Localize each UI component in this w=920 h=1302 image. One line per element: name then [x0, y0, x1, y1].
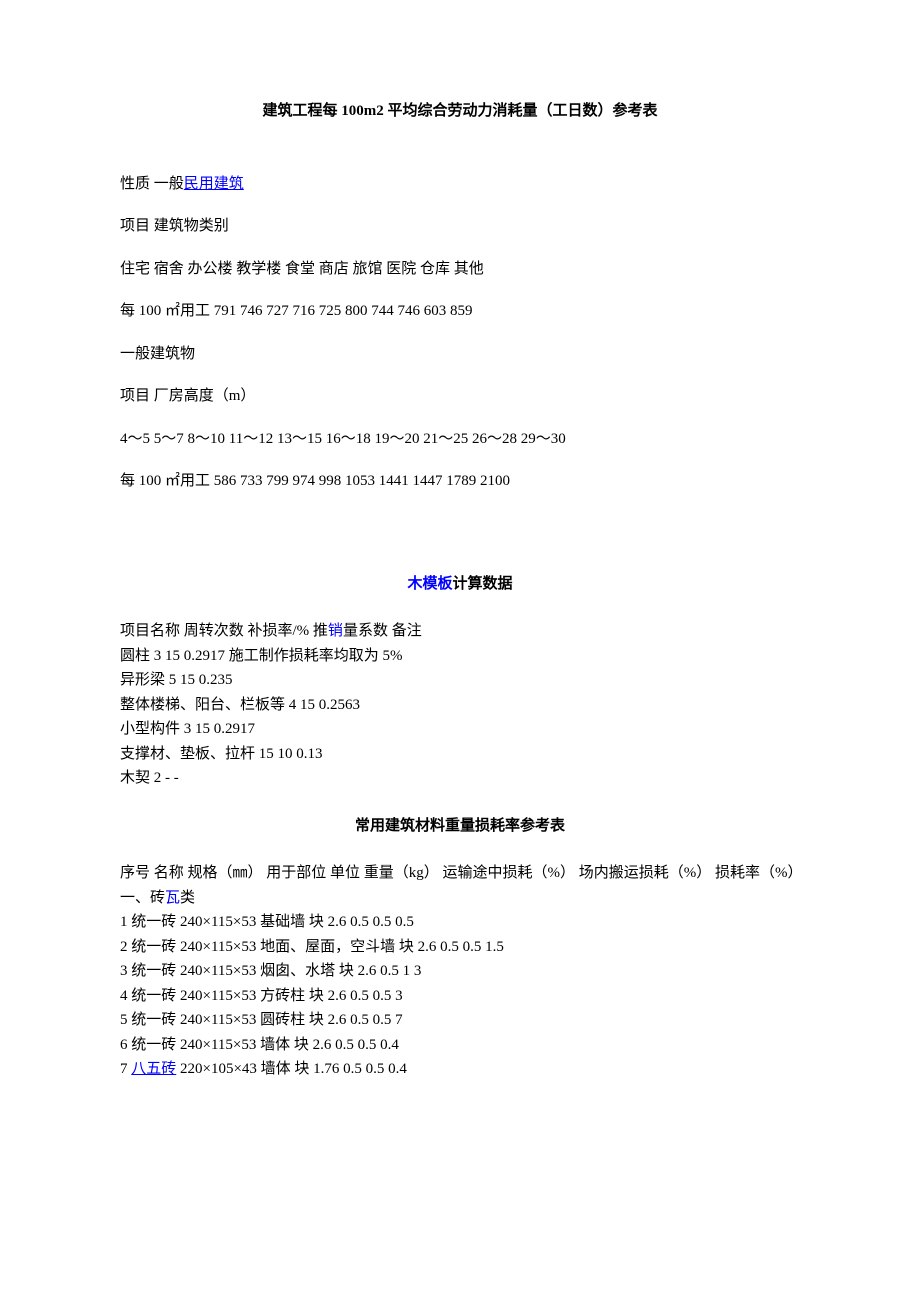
wf-row-5: 支撑材、垫板、拉杆 15 10 0.13: [120, 743, 800, 766]
line-item-category: 项目 建筑物类别: [120, 215, 800, 238]
line-height-ranges: 4～5 5～7 8～10 11～12 13～15 16～18 19～20 21～…: [120, 428, 800, 451]
mat-row-1: 1 统一砖 240×115×53 基础墙 块 2.6 0.5 0.5 0.5: [120, 911, 800, 934]
wf-header: 项目名称 周转次数 补损率/% 推销量系数 备注: [120, 620, 800, 643]
line-building-types: 住宅 宿舍 办公楼 教学楼 食堂 商店 旅馆 医院 仓库 其他: [120, 258, 800, 281]
wf-header-prefix: 项目名称 周转次数 补损率/% 推: [120, 623, 328, 639]
wf-row-3: 整体楼梯、阳台、栏板等 4 15 0.2563: [120, 694, 800, 717]
link-wood-formwork[interactable]: 木模板: [407, 576, 452, 592]
line-item-height: 项目 厂房高度（m）: [120, 385, 800, 408]
wf-row-1: 圆柱 3 15 0.2917 施工制作损耗率均取为 5%: [120, 645, 800, 668]
link-85-brick[interactable]: 八五砖: [131, 1061, 176, 1077]
mat-row-5: 5 统一砖 240×115×53 圆砖柱 块 2.6 0.5 0.5 7: [120, 1009, 800, 1032]
mat-cat1-prefix: 一、砖: [120, 890, 165, 906]
mat-row-6: 6 统一砖 240×115×53 墙体 块 2.6 0.5 0.5 0.4: [120, 1034, 800, 1057]
line-general-building: 一般建筑物: [120, 343, 800, 366]
title-wood-formwork: 木模板计算数据: [120, 573, 800, 596]
mat-category-1: 一、砖瓦类: [120, 887, 800, 910]
mat-row-7: 7 八五砖 220×105×43 墙体 块 1.76 0.5 0.5 0.4: [120, 1058, 800, 1081]
wf-row-4: 小型构件 3 15 0.2917: [120, 718, 800, 741]
title2-suffix: 计算数据: [453, 576, 513, 592]
mat-r7-prefix: 7: [120, 1061, 131, 1077]
title-main-1: 建筑工程每 100m2 平均综合劳动力消耗量（工日数）参考表: [120, 100, 800, 123]
link-civil-building[interactable]: 民用建筑: [184, 176, 244, 192]
nature-prefix: 性质 一般: [120, 176, 184, 192]
mat-row-4: 4 统一砖 240×115×53 方砖柱 块 2.6 0.5 0.5 3: [120, 985, 800, 1008]
line-nature: 性质 一般民用建筑: [120, 173, 800, 196]
line-per100-labor-1: 每 100 ㎡用工 791 746 727 716 725 800 744 74…: [120, 300, 800, 323]
wf-header-suffix: 量系数 备注: [343, 623, 422, 639]
wf-row-2: 异形梁 5 15 0.235: [120, 669, 800, 692]
wf-row-6: 木契 2 - -: [120, 767, 800, 790]
mat-row-2: 2 统一砖 240×115×53 地面、屋面，空斗墙 块 2.6 0.5 0.5…: [120, 936, 800, 959]
mat-r7-suffix: 220×105×43 墙体 块 1.76 0.5 0.5 0.4: [176, 1061, 407, 1077]
link-sales[interactable]: 销: [328, 623, 343, 639]
title-material-loss: 常用建筑材料重量损耗率参考表: [120, 815, 800, 838]
mat-row-3: 3 统一砖 240×115×53 烟囱、水塔 块 2.6 0.5 1 3: [120, 960, 800, 983]
line-per100-labor-2: 每 100 ㎡用工 586 733 799 974 998 1053 1441 …: [120, 470, 800, 493]
mat-cat1-suffix: 类: [180, 890, 195, 906]
link-tile[interactable]: 瓦: [165, 890, 180, 906]
mat-header: 序号 名称 规格（㎜） 用于部位 单位 重量（kg） 运输途中损耗（%） 场内搬…: [120, 862, 800, 885]
